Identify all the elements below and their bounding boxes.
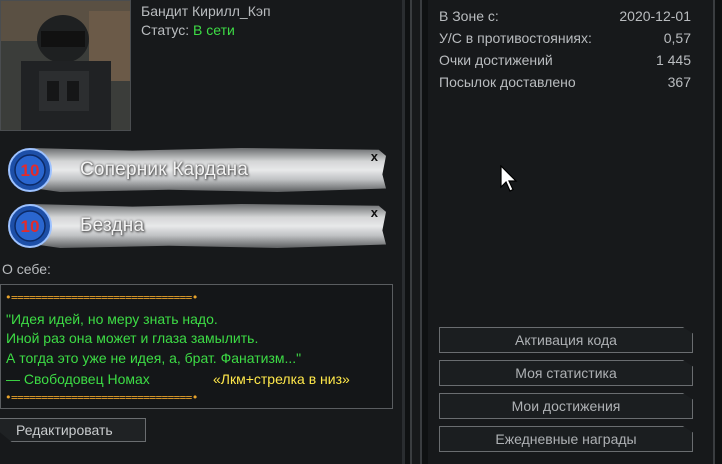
status-value: В сети: [193, 22, 235, 38]
stat-value: 367: [667, 74, 691, 90]
my-statistics-button[interactable]: Моя статистика: [439, 360, 693, 386]
scroll-hint: «Лкм+стрелка в низ»: [213, 371, 350, 387]
stat-row: Очки достижений 1 445: [439, 52, 691, 68]
stat-row: У/С в противостояниях: 0,57: [439, 30, 691, 46]
achievement-badge-icon: 10: [8, 148, 52, 192]
stat-label: В Зоне с:: [439, 8, 499, 24]
stat-label: Очки достижений: [439, 52, 553, 68]
achievement-row: 10 Бездна x: [2, 200, 386, 252]
about-line: "Идея идей, но меру знать надо.: [6, 311, 218, 327]
panel-border: [706, 0, 722, 464]
remove-achievement-button[interactable]: x: [371, 206, 378, 219]
achievement-badge-number: 10: [21, 161, 40, 180]
avatar-image: [1, 1, 130, 130]
stat-value: 1 445: [655, 52, 691, 68]
achievement-bar: [24, 204, 386, 248]
stat-value: 0,57: [663, 30, 691, 46]
status-label: Статус:: [141, 22, 190, 38]
stat-row: В Зоне с: 2020-12-01: [439, 8, 691, 24]
achievement-badge-number: 10: [21, 217, 40, 236]
mouse-cursor-icon: [500, 165, 518, 192]
about-border-top: •==============================•: [5, 291, 198, 304]
status-line: Статус: В сети: [141, 22, 235, 38]
stats-panel: В Зоне с: 2020-12-01 У/С в противостояни…: [428, 0, 722, 464]
stat-label: Посылок доставлено: [439, 74, 576, 90]
daily-rewards-button[interactable]: Ежедневные награды: [439, 426, 693, 452]
remove-achievement-button[interactable]: x: [371, 150, 378, 163]
about-border-bottom: •==============================•: [5, 391, 198, 404]
profile-name: Бандит Кирилл_Кэп: [141, 3, 271, 19]
about-text-box[interactable]: •==============================• "Идея и…: [0, 284, 393, 409]
achievement-name: Бездна: [80, 215, 145, 236]
achievement-name: Соперник Кардана: [80, 159, 249, 180]
edit-button[interactable]: Редактировать: [0, 418, 146, 442]
stat-row: Посылок доставлено 367: [439, 74, 691, 90]
about-label: О себе:: [2, 261, 51, 277]
activate-code-button[interactable]: Активация кода: [439, 327, 693, 353]
about-line: А тогда это уже не идея, а, брат. Фанати…: [6, 350, 302, 366]
my-achievements-button[interactable]: Мои достижения: [439, 393, 693, 419]
panel-divider: [402, 0, 428, 464]
about-signature: — Свободовец Номах: [6, 371, 150, 387]
avatar: [0, 0, 131, 131]
achievement-row: 10 Соперник Кардана x: [2, 144, 386, 196]
about-line: Иной раз она может и глаза замылить.: [6, 330, 259, 346]
achievement-badge-icon: 10: [8, 204, 52, 248]
stat-label: У/С в противостояниях:: [439, 30, 592, 46]
stat-value: 2020-12-01: [619, 8, 691, 24]
